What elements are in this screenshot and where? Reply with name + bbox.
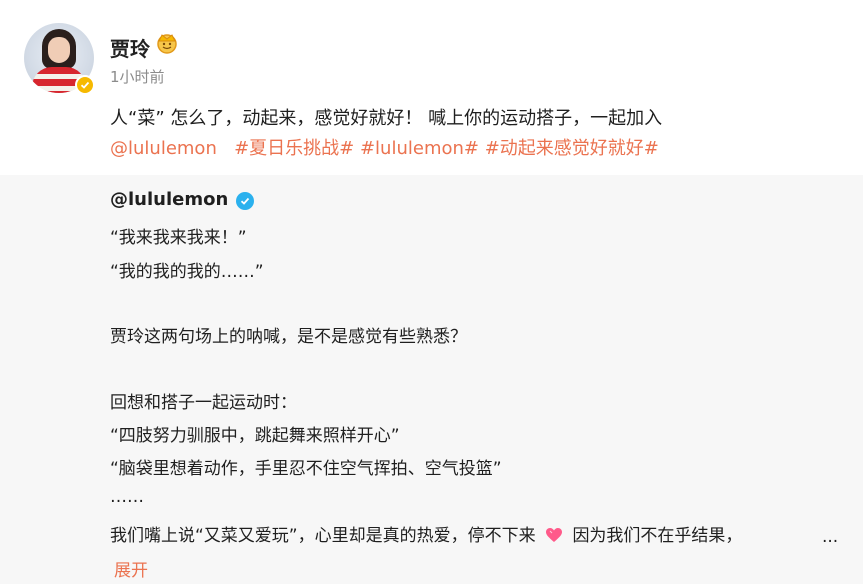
post-text: 人“菜” 怎么了，动起来，感觉好就好！ 喊上你的运动搭子，一起加入 @lulul… [110,104,830,164]
repost-last-line-text: 我们嘴上说“又菜又爱玩”，心里却是真的热爱，停不下来 [110,526,536,546]
post-time[interactable]: 1小时前 [110,66,165,87]
avatar-face [48,37,70,63]
ellipsis: ... [822,527,839,547]
repost-line: “我的我的我的……” [110,262,264,282]
expand-link[interactable]: 展开 [114,556,148,581]
repost-line: 贾玲这两句场上的呐喊，是不是感觉有些熟悉？ [110,327,467,347]
author-name[interactable]: 贾玲 [110,33,150,62]
repost-line: “脑袋里想着动作，手里忍不住空气挥拍、空气投篮” [110,459,502,479]
repost-line: 回想和搭子一起运动时： [110,393,297,413]
repost-card[interactable]: @lululemon “我来我来我来！” “我的我的我的……” 贾玲这两句场上的… [0,175,863,584]
blue-verified-icon [236,192,254,210]
heart-emoji-icon [545,527,563,548]
post-tags-line: @lululemon #夏日乐挑战# #lululemon# #动起来感觉好就好… [110,134,830,164]
repost-last-line: 我们嘴上说“又菜又爱玩”，心里却是真的热爱，停不下来 因为我们不在乎结果， [110,521,742,548]
post-text-line: 人“菜” 怎么了，动起来，感觉好就好！ 喊上你的运动搭子，一起加入 [110,108,663,129]
repost-line: “四肢努力驯服中，跳起舞来照样开心” [110,426,400,446]
crown-badge-icon[interactable] [152,31,182,55]
repost-last-line-text: 因为我们不在乎结果， [572,526,743,546]
hashtag-link[interactable]: #lululemon# [360,138,479,159]
repost-line: “我来我来我来！” [110,228,247,248]
hashtag-link[interactable]: #夏日乐挑战# [234,138,354,159]
mention-link[interactable]: @lululemon [110,138,217,159]
repost-author[interactable]: @lululemon [110,189,228,210]
gold-verified-icon [75,75,95,95]
repost-line: …… [110,487,144,507]
hashtag-link[interactable]: #动起来感觉好就好# [485,138,659,159]
